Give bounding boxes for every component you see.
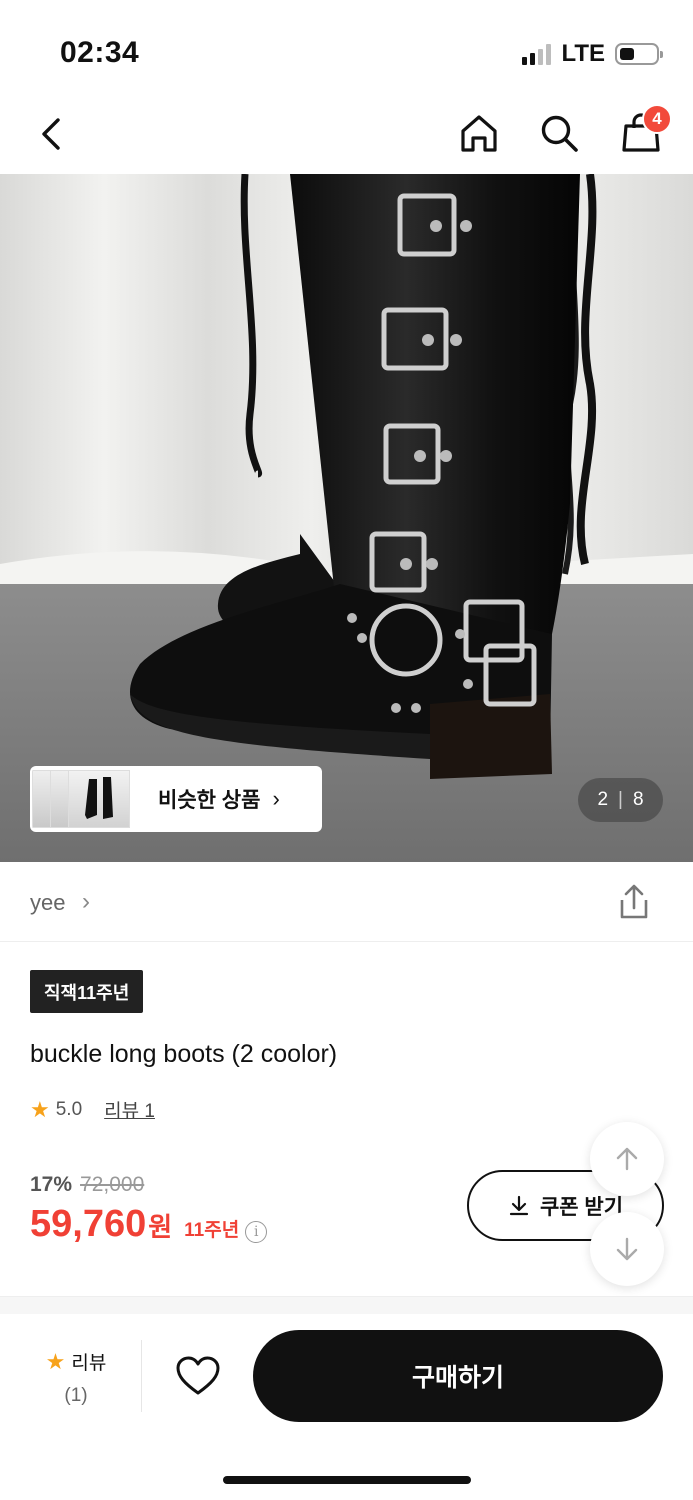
scroll-up-button[interactable] [590, 1122, 664, 1196]
product-image-carousel[interactable]: 비슷한 상품 › 2 | 8 [0, 174, 693, 862]
section-divider [0, 1296, 693, 1314]
download-icon [509, 1195, 529, 1215]
product-title: buckle long boots (2 coolor) [30, 1040, 338, 1068]
page-separator: | [618, 789, 623, 810]
review-tab-label: 리뷰 [71, 1353, 107, 1374]
similar-products-label: 비슷한 상품 [158, 789, 261, 812]
status-time: 02:34 [60, 36, 140, 69]
signal-icon [522, 43, 552, 65]
product-photo [0, 174, 693, 862]
event-badge: 직잭11주년 [30, 970, 144, 1013]
chevron-right-icon: › [272, 786, 280, 811]
discount-row: 17% 72,000 [30, 1173, 144, 1197]
heart-icon[interactable] [174, 1352, 222, 1400]
review-count: (1) [64, 1385, 88, 1406]
similar-products-button[interactable]: 비슷한 상품 › [30, 766, 322, 832]
star-icon: ★ [45, 1348, 66, 1374]
original-price: 72,000 [80, 1173, 145, 1196]
discount-rate: 17% [30, 1173, 73, 1196]
current-image-index: 2 [597, 789, 609, 810]
review-summary-button[interactable]: ★ 리뷰 (1) [30, 1348, 122, 1407]
buy-button[interactable]: 구매하기 [253, 1330, 663, 1422]
review-link[interactable]: 리뷰 1 [104, 1096, 155, 1123]
rating-value: 5.0 [55, 1098, 83, 1120]
image-page-indicator: 2 | 8 [578, 778, 663, 822]
arrow-up-icon [616, 1147, 638, 1171]
similar-products-thumbnails [32, 768, 132, 830]
rating-row: ★ 5.0 리뷰 1 [30, 1096, 155, 1123]
brand-link[interactable]: yee [30, 890, 65, 916]
price-row: 59,760 원 11주년 i [30, 1203, 268, 1246]
info-icon[interactable]: i [245, 1221, 268, 1243]
status-indicators: LTE [522, 40, 663, 68]
arrow-down-icon [616, 1237, 638, 1261]
battery-icon [615, 43, 663, 65]
sale-price: 59,760 [30, 1203, 147, 1245]
chevron-right-icon[interactable]: › [82, 888, 90, 916]
status-bar: 02:34 LTE [0, 0, 693, 100]
currency-label: 원 [148, 1212, 173, 1242]
anniversary-label: 11주년 [184, 1220, 240, 1241]
network-label: LTE [561, 40, 605, 67]
total-image-count: 8 [632, 789, 644, 810]
cart-count-badge: 4 [642, 104, 672, 134]
home-icon[interactable] [456, 110, 502, 156]
top-navigation: 4 [0, 100, 693, 172]
star-icon: ★ [30, 1096, 50, 1122]
vertical-divider [141, 1340, 142, 1412]
back-arrow-icon[interactable] [30, 112, 74, 156]
home-indicator [223, 1476, 471, 1484]
scroll-down-button[interactable] [590, 1212, 664, 1286]
search-icon[interactable] [536, 110, 582, 156]
share-icon[interactable] [614, 882, 654, 922]
bottom-action-bar: ★ 리뷰 (1) 구매하기 [0, 1314, 693, 1500]
brand-row: yee › [0, 862, 693, 942]
review-tab-header: ★ 리뷰 [30, 1348, 122, 1375]
